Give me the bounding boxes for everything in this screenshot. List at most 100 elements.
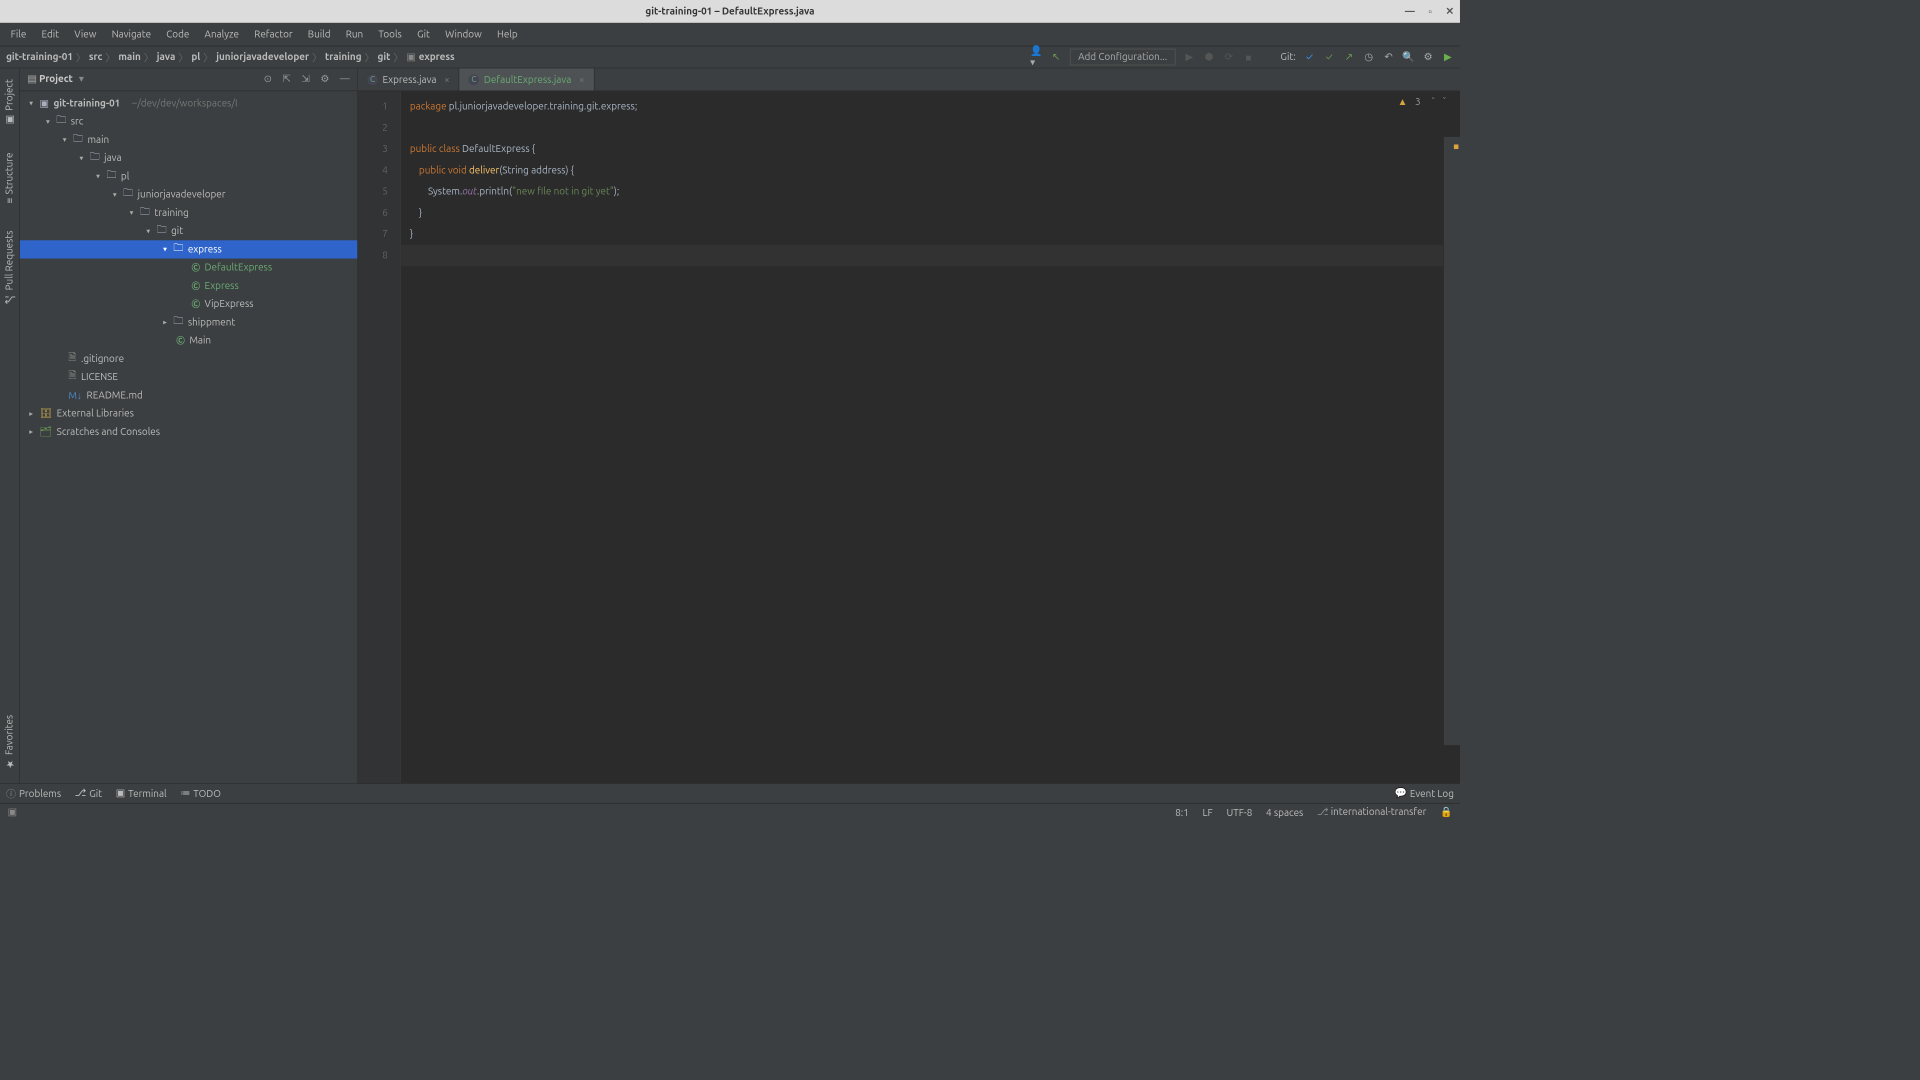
menu-edit[interactable]: Edit — [34, 26, 67, 43]
node-extlib[interactable]: External Libraries — [57, 408, 134, 419]
tool-problems[interactable]: ⓘProblems — [6, 786, 61, 800]
crumb-training[interactable]: training — [325, 52, 361, 63]
editor-inspections[interactable]: ▲3ˆˇ — [1398, 96, 1447, 107]
add-configuration-button[interactable]: Add Configuration... — [1070, 49, 1176, 66]
node-readme[interactable]: README.md — [87, 390, 143, 401]
close-tab-icon[interactable]: × — [444, 74, 450, 85]
tool-project[interactable]: ▣Project — [2, 73, 16, 131]
menu-refactor[interactable]: Refactor — [247, 26, 301, 43]
hide-icon[interactable]: — — [340, 74, 350, 85]
node-git[interactable]: git — [171, 226, 183, 237]
node-express[interactable]: express — [188, 244, 222, 255]
node-src[interactable]: src — [71, 116, 84, 127]
tool-terminal[interactable]: ▣Terminal — [116, 788, 167, 799]
minimize-icon[interactable]: — — [1405, 6, 1415, 17]
node-jjd[interactable]: juniorjavadeveloper — [138, 189, 226, 200]
menu-code[interactable]: Code — [159, 26, 197, 43]
node-defaultexpress[interactable]: DefaultExpress — [205, 262, 273, 273]
line-gutter[interactable]: 12345678 — [358, 91, 401, 783]
menu-navigate[interactable]: Navigate — [104, 26, 159, 43]
editor-tabs: CExpress.java× CDefaultExpress.java× — [358, 68, 1460, 91]
node-shippment[interactable]: shippment — [188, 317, 235, 328]
status-toggle-icon[interactable]: ▣ — [8, 807, 17, 818]
node-training[interactable]: training — [154, 208, 188, 219]
maximize-icon[interactable]: ▫ — [1428, 6, 1432, 17]
tool-favorites[interactable]: ★Favorites — [2, 709, 16, 776]
debug-icon[interactable]: ⬢ — [1203, 51, 1215, 63]
node-mainclass[interactable]: Main — [189, 335, 211, 346]
menu-build[interactable]: Build — [300, 26, 338, 43]
search-icon[interactable]: 🔍 — [1402, 51, 1414, 63]
crumb-express[interactable]: express — [419, 52, 455, 63]
status-branch[interactable]: ⎇ international-transfer — [1317, 807, 1426, 818]
locate-icon[interactable]: ⊙ — [264, 74, 272, 85]
crumb-pl[interactable]: pl — [191, 52, 200, 63]
project-tree[interactable]: ▾▣git-training-01 ~/dev/dev/workspaces/I… — [20, 91, 358, 783]
close-tab-icon[interactable]: × — [579, 74, 585, 85]
vcs-push-icon[interactable]: ↗ — [1343, 51, 1355, 63]
tree-root[interactable]: git-training-01 — [53, 98, 120, 109]
stop-icon[interactable]: ■ — [1242, 51, 1254, 63]
bottom-tool-stripe: ⓘProblems ⎇Git ▣Terminal ≔TODO 💬Event Lo… — [0, 783, 1460, 803]
tool-gitlog[interactable]: ⎇Git — [75, 788, 102, 799]
code-area[interactable]: package pl.juniorjavadeveloper.training.… — [401, 91, 1460, 783]
navigation-toolbar: git-training-01〉 src〉 main〉 java〉 pl〉 ju… — [0, 46, 1460, 69]
node-license[interactable]: LICENSE — [81, 372, 118, 383]
menu-git[interactable]: Git — [409, 26, 437, 43]
menu-analyze[interactable]: Analyze — [197, 26, 247, 43]
crumb-java[interactable]: java — [157, 52, 176, 63]
close-icon[interactable]: ✕ — [1446, 6, 1454, 17]
crumb-main[interactable]: main — [118, 52, 140, 63]
node-express2[interactable]: Express — [205, 281, 239, 292]
left-tool-stripe: ▣Project ≡Structure ⎇Pull Requests ★Favo… — [0, 68, 20, 783]
vcs-rollback-icon[interactable]: ↶ — [1382, 51, 1394, 63]
gear-icon[interactable]: ⚙ — [320, 74, 329, 85]
java-class-icon: C — [469, 74, 480, 85]
status-encoding[interactable]: UTF-8 — [1226, 807, 1252, 818]
window-titlebar: git-training-01 – DefaultExpress.java — … — [0, 0, 1460, 23]
menu-view[interactable]: View — [67, 26, 104, 43]
project-view-title[interactable]: Project — [27, 74, 72, 85]
vcs-update-icon[interactable]: ✓ — [1303, 51, 1315, 63]
tab-express[interactable]: CExpress.java× — [358, 68, 459, 90]
run-icon[interactable]: ▶ — [1183, 51, 1195, 63]
error-stripe[interactable] — [1443, 137, 1460, 745]
collapse-icon[interactable]: ⇲ — [301, 74, 309, 85]
status-indent[interactable]: 4 spaces — [1266, 807, 1303, 818]
run-anything-icon[interactable]: ▶ — [1442, 51, 1454, 63]
menu-file[interactable]: File — [3, 26, 34, 43]
vcs-history-icon[interactable]: ◷ — [1363, 51, 1375, 63]
code-editor[interactable]: 12345678 package pl.juniorjavadeveloper.… — [358, 91, 1460, 783]
crumb-project[interactable]: git-training-01 — [6, 52, 73, 63]
tool-eventlog[interactable]: 💬Event Log — [1395, 788, 1454, 799]
breadcrumb[interactable]: git-training-01〉 src〉 main〉 java〉 pl〉 ju… — [6, 50, 455, 64]
user-icon[interactable]: 👤▾ — [1030, 51, 1042, 63]
node-scratches[interactable]: Scratches and Consoles — [57, 427, 160, 438]
status-caret[interactable]: 8:1 — [1175, 807, 1189, 818]
node-pl[interactable]: pl — [121, 171, 129, 182]
status-lock-icon[interactable]: 🔒 — [1440, 807, 1452, 818]
menu-window[interactable]: Window — [438, 26, 490, 43]
project-tool-window: Project▾ ⊙ ⇱ ⇲ ⚙ — ▾▣git-training-01 ~/d… — [20, 68, 358, 783]
settings-icon[interactable]: ⚙ — [1422, 51, 1434, 63]
menu-tools[interactable]: Tools — [371, 26, 410, 43]
expand-icon[interactable]: ⇱ — [283, 74, 291, 85]
status-eol[interactable]: LF — [1203, 807, 1213, 818]
node-main[interactable]: main — [87, 135, 109, 146]
tool-pullrequests[interactable]: ⎇Pull Requests — [2, 225, 16, 312]
menu-help[interactable]: Help — [489, 26, 525, 43]
node-vipexpress[interactable]: VipExpress — [205, 299, 254, 310]
tool-structure[interactable]: ≡Structure — [2, 147, 16, 210]
menu-run[interactable]: Run — [338, 26, 371, 43]
node-java[interactable]: java — [104, 153, 121, 164]
crumb-jjd[interactable]: juniorjavadeveloper — [216, 52, 309, 63]
vcs-commit-icon[interactable]: ✓ — [1323, 51, 1335, 63]
node-gitignore[interactable]: .gitignore — [81, 354, 124, 365]
crumb-git[interactable]: git — [378, 52, 391, 63]
build-icon[interactable]: ↖ — [1050, 51, 1062, 63]
window-title: git-training-01 – DefaultExpress.java — [645, 6, 814, 17]
tab-defaultexpress[interactable]: CDefaultExpress.java× — [460, 68, 595, 90]
tool-todo[interactable]: ≔TODO — [180, 788, 221, 799]
crumb-src[interactable]: src — [89, 52, 103, 63]
coverage-icon[interactable]: ⟳ — [1223, 51, 1235, 63]
